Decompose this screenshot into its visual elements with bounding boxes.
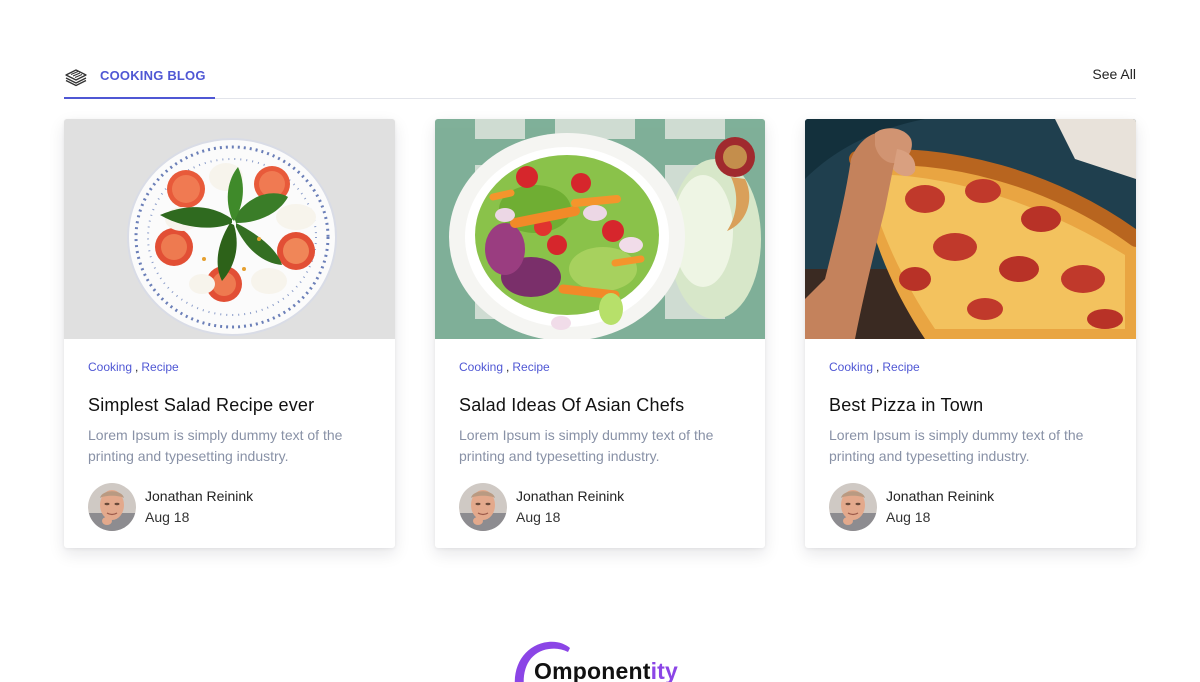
post-tags: Cooking, Recipe bbox=[829, 359, 1112, 375]
brand-logo[interactable]: Omponentity bbox=[508, 636, 698, 682]
blog-card[interactable]: Cooking, Recipe Best Pizza in Town Lorem … bbox=[805, 119, 1136, 548]
post-date: Aug 18 bbox=[516, 509, 561, 525]
author-name[interactable]: Jonathan Reinink bbox=[516, 486, 624, 507]
post-tags: Cooking, Recipe bbox=[459, 359, 741, 375]
post-excerpt: Lorem Ipsum is simply dummy text of the … bbox=[459, 427, 714, 464]
post-title[interactable]: Best Pizza in Town bbox=[829, 394, 1112, 416]
post-author: Jonathan Reinink Aug 18 bbox=[829, 483, 1112, 531]
tag-separator: , bbox=[135, 360, 139, 374]
post-tags: Cooking, Recipe bbox=[88, 359, 371, 375]
tag-link[interactable]: Cooking bbox=[829, 360, 873, 374]
author-name[interactable]: Jonathan Reinink bbox=[886, 486, 994, 507]
post-author: Jonathan Reinink Aug 18 bbox=[88, 483, 371, 531]
logo-text-accent: ity bbox=[650, 658, 679, 682]
card-image-salad-plate[interactable] bbox=[64, 119, 395, 339]
avatar bbox=[88, 483, 136, 531]
logo-text-main: Omponent bbox=[534, 658, 651, 682]
card-image-pizza[interactable] bbox=[805, 119, 1136, 339]
post-author: Jonathan Reinink Aug 18 bbox=[459, 483, 741, 531]
see-all-link[interactable]: See All bbox=[1092, 66, 1136, 82]
avatar bbox=[459, 483, 507, 531]
tab-label: COOKING BLOG bbox=[100, 68, 206, 83]
tag-link[interactable]: Recipe bbox=[512, 360, 549, 374]
newspaper-icon bbox=[64, 67, 88, 87]
post-title[interactable]: Simplest Salad Recipe ever bbox=[88, 394, 371, 416]
author-name[interactable]: Jonathan Reinink bbox=[145, 486, 253, 507]
post-excerpt: Lorem Ipsum is simply dummy text of the … bbox=[829, 427, 1084, 464]
blog-card-list: Cooking, Recipe Simplest Salad Recipe eve… bbox=[64, 119, 1136, 549]
post-title[interactable]: Salad Ideas Of Asian Chefs bbox=[459, 394, 741, 416]
post-date: Aug 18 bbox=[145, 509, 190, 525]
avatar bbox=[829, 483, 877, 531]
post-excerpt: Lorem Ipsum is simply dummy text of the … bbox=[88, 427, 343, 464]
section-header: COOKING BLOG See All bbox=[64, 60, 1136, 99]
tab-cooking-blog[interactable]: COOKING BLOG bbox=[64, 60, 215, 99]
tag-separator: , bbox=[876, 360, 880, 374]
tag-link[interactable]: Recipe bbox=[882, 360, 919, 374]
post-date: Aug 18 bbox=[886, 509, 931, 525]
blog-card[interactable]: Cooking, Recipe Salad Ideas Of Asian Chef… bbox=[435, 119, 765, 548]
tag-link[interactable]: Cooking bbox=[88, 360, 132, 374]
card-image-salad-bowl[interactable] bbox=[435, 119, 765, 339]
logo-text: Omponentity bbox=[534, 658, 678, 682]
blog-card[interactable]: Cooking, Recipe Simplest Salad Recipe eve… bbox=[64, 119, 395, 548]
tag-link[interactable]: Recipe bbox=[141, 360, 178, 374]
tag-link[interactable]: Cooking bbox=[459, 360, 503, 374]
tag-separator: , bbox=[506, 360, 510, 374]
